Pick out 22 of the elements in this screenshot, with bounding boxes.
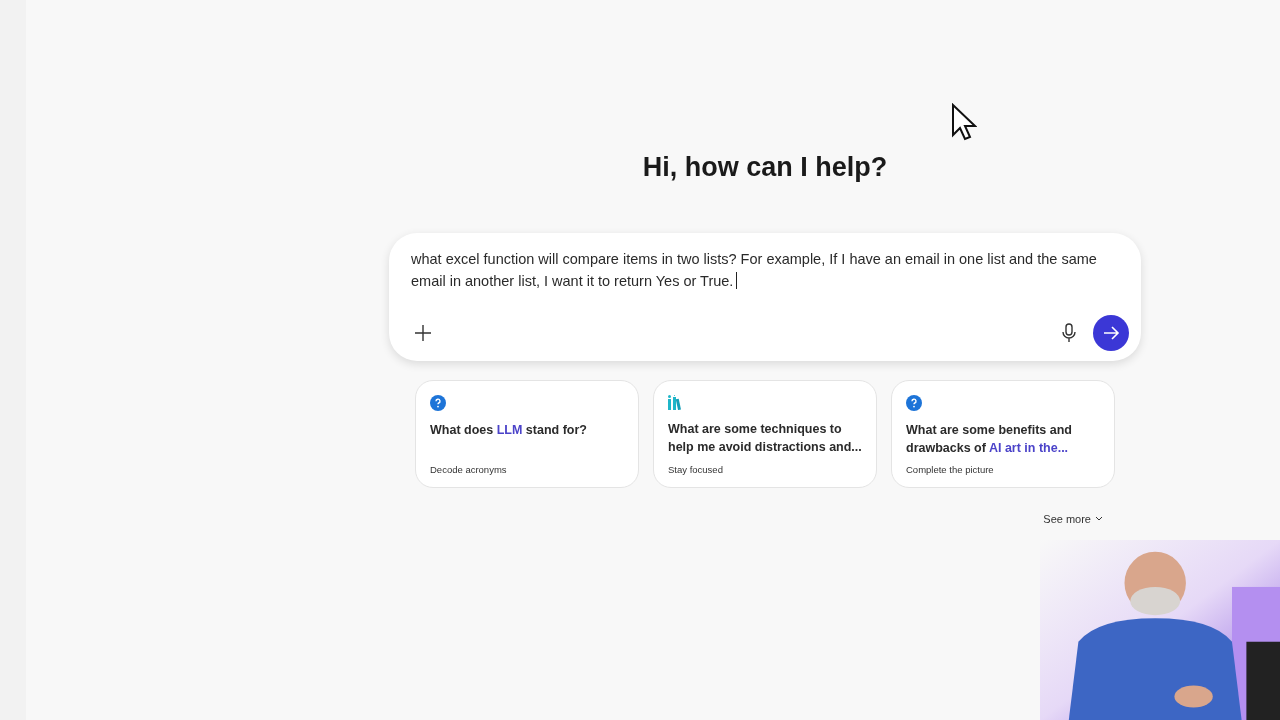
suggestion-title: What are some techniques to help me avoid distractions and... xyxy=(668,421,862,456)
plus-icon xyxy=(413,323,433,343)
suggestion-title: What does LLM stand for? xyxy=(430,422,588,439)
suggestion-caption: Complete the picture xyxy=(906,464,995,475)
help-icon xyxy=(430,395,446,411)
suggestion-title: What are some benefits and drawbacks of AI art in the... xyxy=(906,422,1073,457)
suggestion-card[interactable]: What are some techniques to help me avoid distractions and... Stay focused xyxy=(653,380,877,488)
cursor-icon xyxy=(951,103,977,141)
input-field[interactable]: what excel function will compare items in two lists? For example, If I have an email in one list and the same email in another list, I want it to return Yes or True. xyxy=(411,248,1129,292)
send-button[interactable] xyxy=(1093,315,1129,351)
greeting-heading: Hi, how can I help? xyxy=(642,152,888,183)
suggestion-caption: Decode acronyms xyxy=(430,464,508,475)
arrow-icon xyxy=(1102,324,1120,342)
suggestion-card[interactable]: What are some benefits and drawbacks of AI art in the... Complete the picture xyxy=(891,380,1115,488)
see-more-button[interactable]: See more xyxy=(1043,513,1103,525)
help-icon xyxy=(906,395,922,411)
suggestion-card[interactable]: What does LLM stand for? Decode acronyms xyxy=(415,380,639,488)
microphone-icon xyxy=(1061,323,1077,343)
books-icon xyxy=(668,395,684,410)
chevron-down-icon xyxy=(1095,516,1103,522)
microphone-button[interactable] xyxy=(1059,321,1079,345)
suggestion-caption: Stay focused xyxy=(668,464,724,475)
